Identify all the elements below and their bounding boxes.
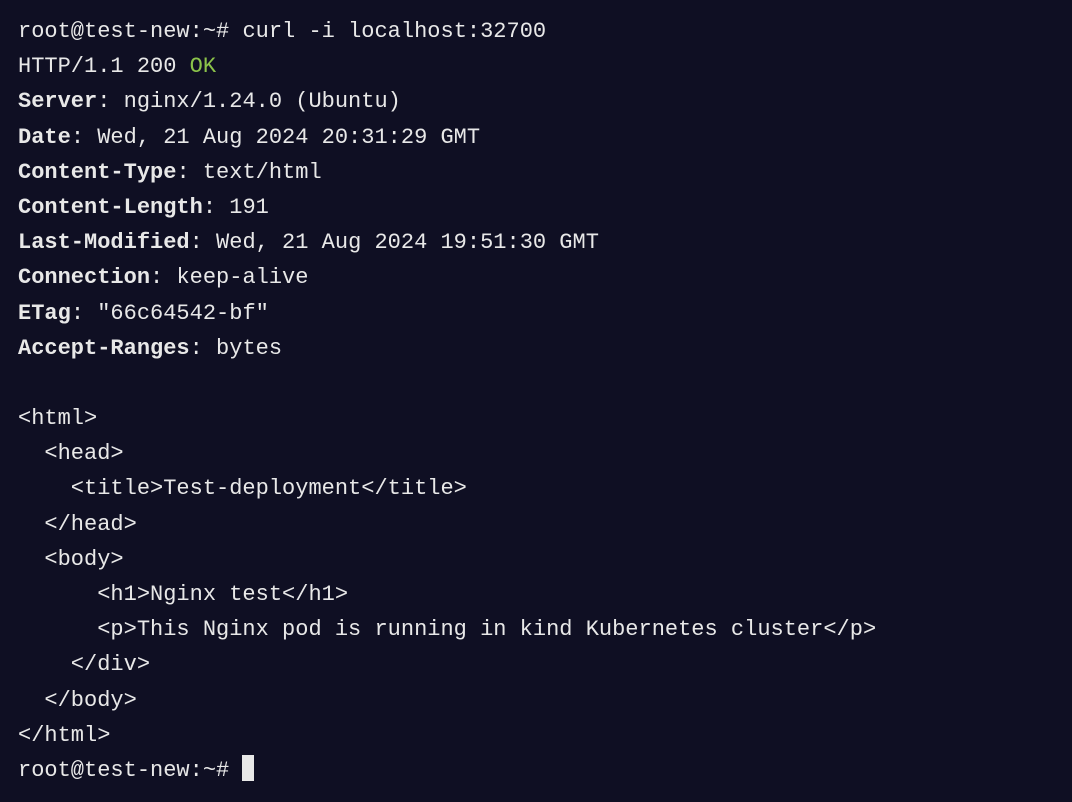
- header-content-length: Content-Length: 191: [18, 190, 1054, 225]
- prompt-path: ~: [203, 19, 216, 44]
- header-value: 191: [229, 195, 269, 220]
- body-line: </body>: [18, 683, 1054, 718]
- header-name: Last-Modified: [18, 230, 190, 255]
- http-code: 200: [137, 54, 177, 79]
- prompt-user: root@test-new: [18, 19, 190, 44]
- cursor-icon: [242, 755, 254, 781]
- body-line: <html>: [18, 401, 1054, 436]
- prompt-line[interactable]: root@test-new:~#: [18, 753, 1054, 788]
- prompt-symbol: #: [216, 758, 229, 783]
- header-content-type: Content-Type: text/html: [18, 155, 1054, 190]
- header-server: Server: nginx/1.24.0 (Ubuntu): [18, 84, 1054, 119]
- header-value: "66c64542-bf": [97, 301, 269, 326]
- header-connection: Connection: keep-alive: [18, 260, 1054, 295]
- header-etag: ETag: "66c64542-bf": [18, 296, 1054, 331]
- header-name: Content-Type: [18, 160, 176, 185]
- http-status-text: OK: [190, 54, 216, 79]
- body-line: </div>: [18, 647, 1054, 682]
- header-name: Server: [18, 89, 97, 114]
- body-line: <h1>Nginx test</h1>: [18, 577, 1054, 612]
- header-value: Wed, 21 Aug 2024 20:31:29 GMT: [97, 125, 480, 150]
- command-line: root@test-new:~# curl -i localhost:32700: [18, 14, 1054, 49]
- http-protocol: HTTP/1.1: [18, 54, 124, 79]
- header-value: bytes: [216, 336, 282, 361]
- body-line: <title>Test-deployment</title>: [18, 471, 1054, 506]
- body-line: </head>: [18, 507, 1054, 542]
- header-value: keep-alive: [176, 265, 308, 290]
- terminal-output[interactable]: root@test-new:~# curl -i localhost:32700…: [18, 14, 1054, 788]
- header-accept-ranges: Accept-Ranges: bytes: [18, 331, 1054, 366]
- header-value: Wed, 21 Aug 2024 19:51:30 GMT: [216, 230, 599, 255]
- http-status-line: HTTP/1.1 200 OK: [18, 49, 1054, 84]
- header-last-modified: Last-Modified: Wed, 21 Aug 2024 19:51:30…: [18, 225, 1054, 260]
- header-name: ETag: [18, 301, 71, 326]
- prompt-path: ~: [203, 758, 216, 783]
- body-line: <p>This Nginx pod is running in kind Kub…: [18, 612, 1054, 647]
- command-text: curl -i localhost:32700: [242, 19, 546, 44]
- header-value: nginx/1.24.0 (Ubuntu): [124, 89, 401, 114]
- prompt-user: root@test-new: [18, 758, 190, 783]
- header-name: Content-Length: [18, 195, 203, 220]
- body-line: </html>: [18, 718, 1054, 753]
- header-name: Connection: [18, 265, 150, 290]
- header-name: Date: [18, 125, 71, 150]
- header-name: Accept-Ranges: [18, 336, 190, 361]
- header-date: Date: Wed, 21 Aug 2024 20:31:29 GMT: [18, 120, 1054, 155]
- prompt-symbol: #: [216, 19, 229, 44]
- blank-line: [18, 366, 1054, 401]
- header-value: text/html: [203, 160, 322, 185]
- body-line: <body>: [18, 542, 1054, 577]
- body-line: <head>: [18, 436, 1054, 471]
